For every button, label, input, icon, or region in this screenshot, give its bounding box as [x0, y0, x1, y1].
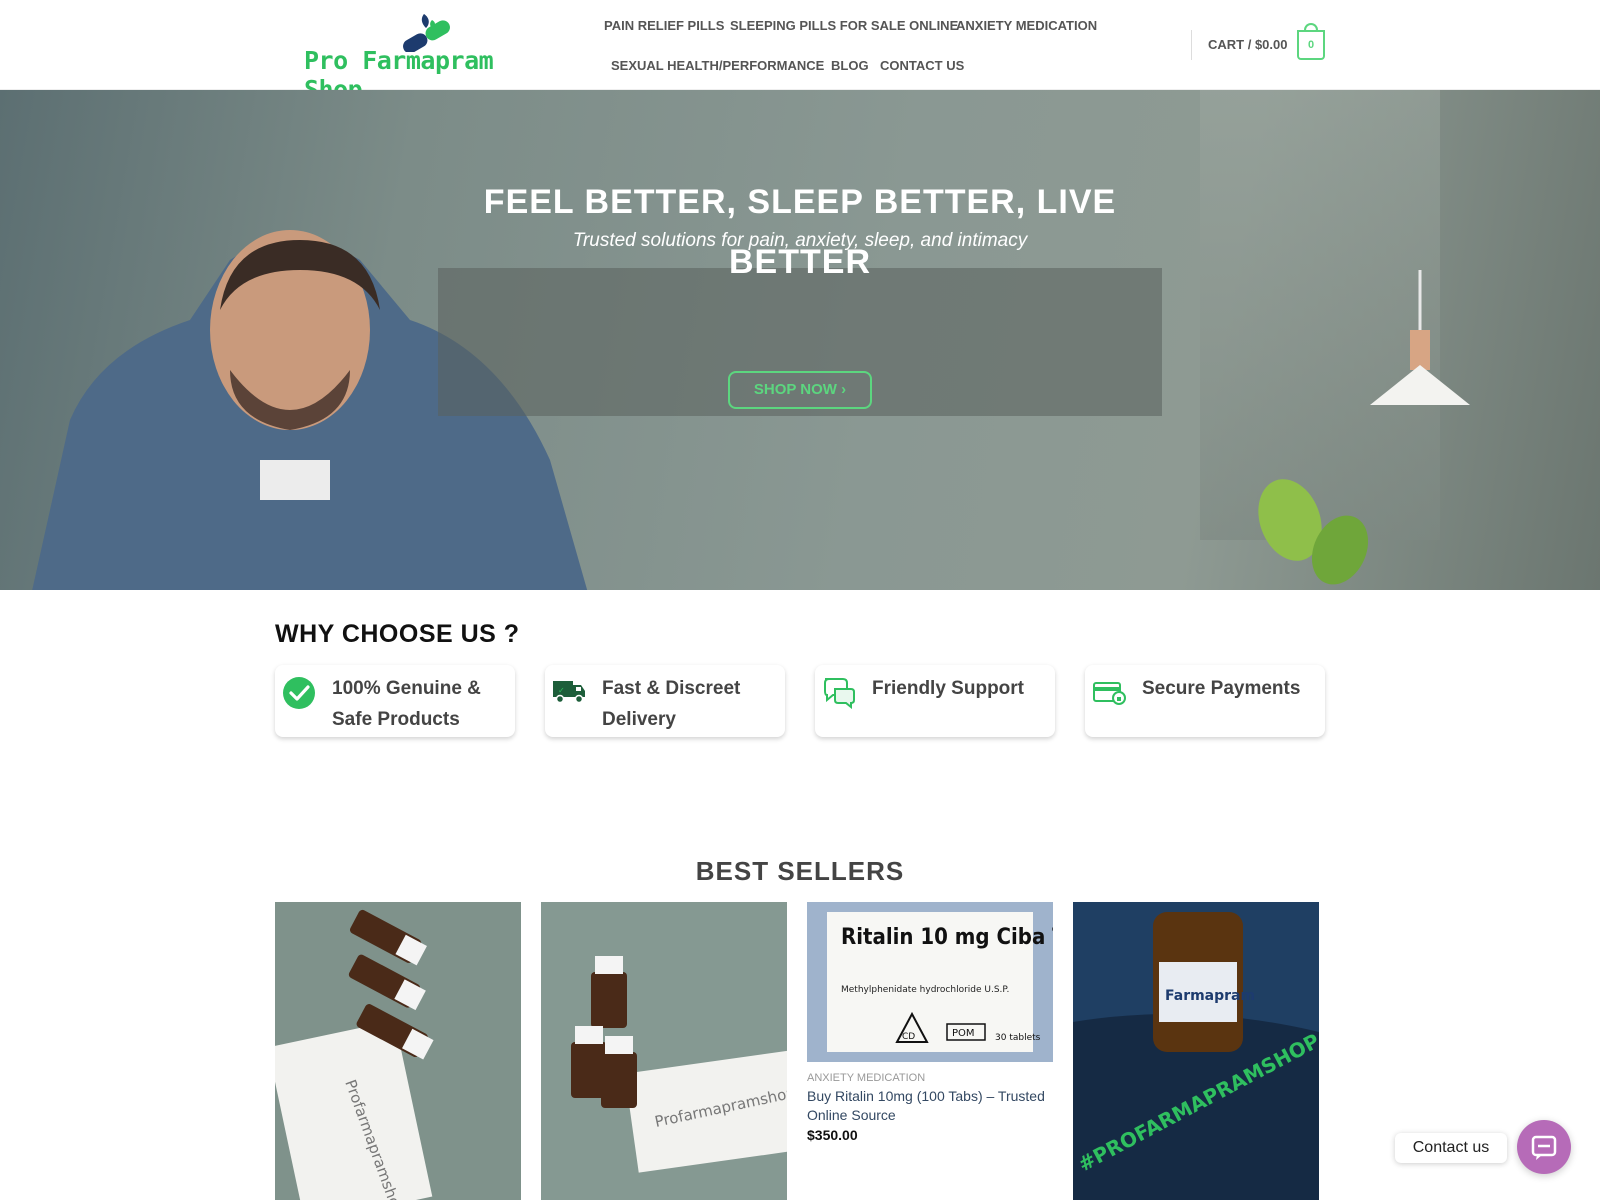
nav-item-anxiety[interactable]: ANXIETY MEDICATION	[956, 18, 1097, 33]
nav-item-pain-relief[interactable]: PAIN RELIEF PILLS	[604, 18, 724, 33]
chat-icon	[1531, 1135, 1557, 1160]
chat-bubbles-icon	[824, 678, 855, 709]
feature-label: Friendly Support	[872, 678, 1024, 699]
best-sellers-title: BEST SELLERS	[695, 856, 905, 886]
product-card-4[interactable]: Farmapram #PROFARMAPRAMSHOP 3/5/25	[1073, 902, 1319, 1200]
product-image-1: Profarmapramshop 1/5	[275, 902, 521, 1200]
plant-image	[1258, 479, 1369, 585]
product-image-3: Ritalin 10 mg Ciba Tablets Methylphenida…	[807, 902, 1053, 1062]
feature-card-payments: Secure Payments	[1085, 665, 1325, 737]
feature-card-support: Friendly Support	[815, 665, 1055, 737]
feature-card-genuine: 100% Genuine & Safe Products	[275, 665, 515, 737]
product-3-badge-pom: POM	[952, 1028, 975, 1039]
product-image-2: Profarmapramshop	[541, 902, 787, 1200]
check-circle-icon	[283, 677, 315, 709]
product-image-4: Farmapram #PROFARMAPRAMSHOP 3/5/25	[1073, 902, 1319, 1200]
product-3-name[interactable]: Buy Ritalin 10mg (100 Tabs) – Trusted On…	[807, 1087, 1049, 1125]
hero-subtitle: Trusted solutions for pain, anxiety, sle…	[572, 230, 1028, 251]
nav-item-blog[interactable]: BLOG	[831, 58, 869, 73]
product-3-badge-cd: CD	[902, 1032, 915, 1042]
feature-label: 100% Genuine & Safe Products	[332, 678, 481, 730]
contact-chat-button[interactable]	[1517, 1120, 1571, 1174]
hero-banner	[0, 90, 1600, 590]
product-card-1[interactable]: Profarmapramshop 1/5	[275, 902, 521, 1200]
secure-card-icon	[1093, 682, 1126, 705]
product-3-price: $350.00	[807, 1127, 858, 1143]
cart-count-badge[interactable]: 0	[1297, 30, 1325, 60]
product-3-image-sub: Methylphenidate hydrochloride U.S.P.	[841, 985, 1009, 995]
lamp-image	[1370, 270, 1470, 405]
nav-item-contact[interactable]: CONTACT US	[880, 58, 964, 73]
cart-divider	[1191, 30, 1192, 60]
product-3-image-title: Ritalin 10 mg Ciba Tablets	[841, 925, 1053, 950]
shop-now-button[interactable]: SHOP NOW ›	[728, 371, 872, 409]
nav-item-sexual-health[interactable]: SEXUAL HEALTH/PERFORMANCE	[611, 58, 824, 73]
site-header: Pro Farmapram Shop PAIN RELIEF PILLS SLE…	[0, 0, 1600, 104]
nav-item-sleeping-pills[interactable]: SLEEPING PILLS FOR SALE ONLINE	[730, 18, 958, 33]
main-nav: PAIN RELIEF PILLS SLEEPING PILLS FOR SAL…	[590, 0, 1130, 90]
delivery-truck-icon: ✓	[553, 681, 585, 704]
feature-card-delivery: ✓ Fast & Discreet Delivery	[545, 665, 785, 737]
svg-text:✓: ✓	[558, 686, 565, 695]
feature-label: Fast & Discreet Delivery	[602, 678, 741, 730]
site-logo[interactable]: Pro Farmapram Shop	[300, 12, 550, 104]
contact-us-label[interactable]: Contact us	[1395, 1133, 1507, 1163]
why-choose-title: WHY CHOOSE US ?	[275, 620, 520, 648]
product-3-category[interactable]: ANXIETY MEDICATION	[807, 1072, 925, 1084]
product-card-3[interactable]: Ritalin 10 mg Ciba Tablets Methylphenida…	[807, 902, 1053, 1062]
feature-label: Secure Payments	[1142, 678, 1301, 699]
cart-link[interactable]: CART / $0.00	[1208, 37, 1287, 52]
product-card-2[interactable]: Profarmapramshop	[541, 902, 787, 1200]
product-4-image-label: Farmapram	[1165, 988, 1255, 1004]
product-3-badge-count: 30 tablets	[995, 1033, 1041, 1043]
